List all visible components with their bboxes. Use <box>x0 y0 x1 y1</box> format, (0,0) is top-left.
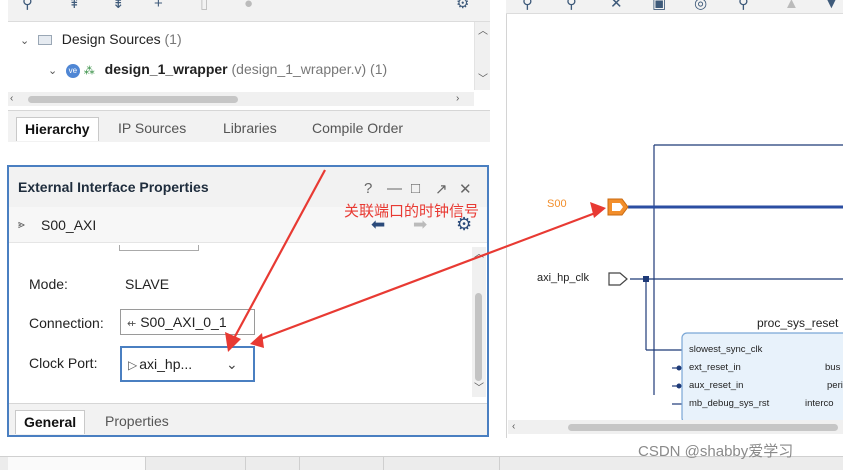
bottom-tab[interactable] <box>246 457 300 470</box>
block-pin-right: peri <box>827 380 843 391</box>
pin-dot <box>676 383 682 389</box>
block-pin-left: slowest_sync_clk <box>689 344 763 355</box>
annotation-arrowhead <box>590 202 606 218</box>
block-title: proc_sys_reset <box>757 316 839 330</box>
scrollbar-thumb[interactable] <box>568 424 838 431</box>
axi-hp-clk-port[interactable] <box>608 272 628 286</box>
net-junction <box>643 276 649 282</box>
block-pin-right: bus <box>825 362 841 373</box>
annotation-arrowhead <box>225 332 241 352</box>
axi-hp-clk-label: axi_hp_clk <box>537 272 589 284</box>
annotation-arrowhead <box>250 333 264 348</box>
bottom-tab[interactable] <box>146 457 246 470</box>
bottom-tab[interactable] <box>300 457 384 470</box>
scroll-left-icon[interactable]: ‹ <box>512 421 515 433</box>
block-pin-right: interco <box>805 398 834 409</box>
block-pin-left: mb_debug_sys_rst <box>689 398 770 409</box>
pin-dot <box>676 365 682 371</box>
block-pin-left: aux_reset_in <box>689 380 744 391</box>
diagram-horizontal-scrollbar[interactable]: ‹ <box>508 420 843 434</box>
s00-port-label: S00 <box>547 198 567 210</box>
annotation-note: 关联端口的时钟信号 <box>344 202 480 220</box>
bottom-tab[interactable] <box>384 457 500 470</box>
block-pin-left: ext_reset_in <box>689 362 741 373</box>
watermark: CSDN @shabby爱学习 <box>638 443 794 460</box>
annotation-arrow <box>231 169 326 343</box>
bottom-tab[interactable] <box>8 457 146 470</box>
